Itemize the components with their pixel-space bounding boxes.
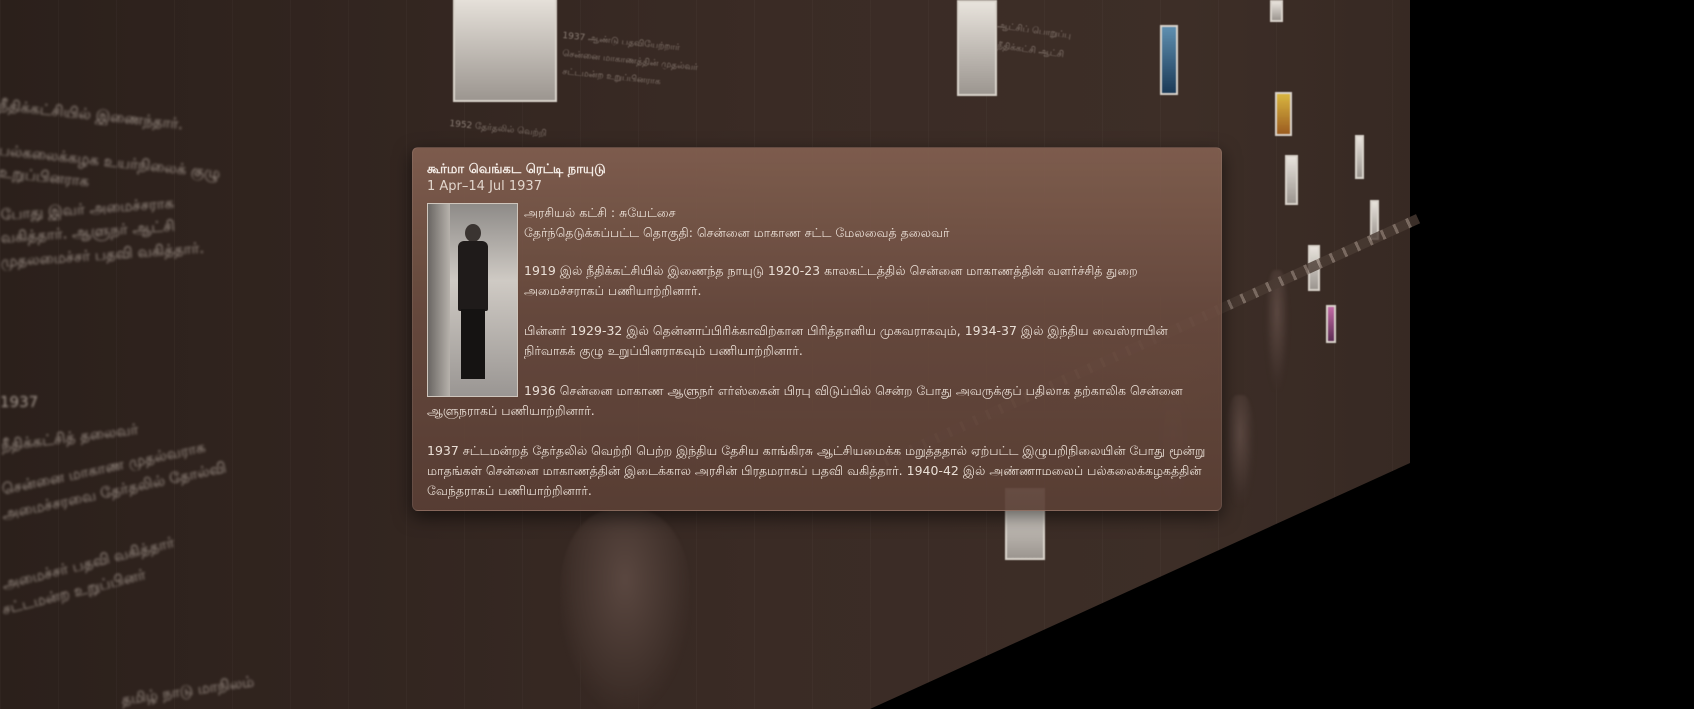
bg-text-line: நீதிக்கட்சி ஆட்சி bbox=[996, 40, 1065, 61]
photo-figure-body bbox=[458, 241, 488, 311]
bg-portrait-photo bbox=[1275, 92, 1292, 136]
emblem-icon bbox=[560, 510, 690, 709]
emblem-icon bbox=[1225, 395, 1255, 505]
bg-text-line: தமிழ் நாடு மாநிலம் bbox=[120, 672, 256, 709]
bg-text-line: நீதிக்கட்சித் தலைவர் bbox=[0, 420, 140, 455]
bg-portrait-photo bbox=[1355, 135, 1364, 179]
bg-portrait-photo bbox=[1326, 305, 1336, 343]
timeline-viewport: நீதிக்கட்சியில் இணைந்தார். பல்கலைக்கழக உ… bbox=[0, 0, 1694, 709]
bio-paragraph: 1936 சென்னை மாகாண ஆளுநர் எர்ஸ்கைன் பிரபு… bbox=[427, 383, 1183, 418]
bio-paragraph: 1937 சட்டமன்றத் தேர்தலில் வெற்றி பெற்ற இ… bbox=[427, 443, 1206, 498]
bg-portrait-photo bbox=[1270, 0, 1283, 22]
card-title: கூர்மா வெங்கட ரெட்டி நாயுடு bbox=[427, 162, 606, 177]
bg-text-line: 1952 தேர்தலில் வெற்றி bbox=[448, 118, 547, 140]
bg-text-line: சட்டமன்ற உறுப்பினராக bbox=[561, 66, 662, 88]
bio-paragraph: 1919 இல் நீதிக்கட்சியில் இணைந்த நாயுடு 1… bbox=[524, 263, 1138, 298]
bg-portrait-photo bbox=[1160, 25, 1178, 95]
portrait-photo bbox=[427, 203, 518, 397]
photo-figure-head bbox=[465, 224, 481, 242]
card-date-range: 1 Apr–14 Jul 1937 bbox=[427, 179, 542, 194]
constituency-label: தேர்ந்தெடுக்கப்பட்ட தொகுதி: சென்னை மாகாண… bbox=[524, 225, 950, 240]
bio-paragraph: பின்னர் 1929-32 இல் தென்னாப்பிரிக்காவிற்… bbox=[524, 323, 1168, 358]
photo-figure-legs bbox=[461, 309, 485, 379]
photo-drape bbox=[428, 204, 450, 396]
bg-text-line: ஆட்சிப் பொறுப்பு bbox=[996, 20, 1072, 42]
party-label: அரசியல் கட்சி : சுயேட்சை bbox=[524, 205, 676, 220]
bg-portrait-photo bbox=[453, 0, 557, 102]
bg-text-line: 1937 bbox=[0, 393, 39, 411]
bg-portrait-photo bbox=[1285, 155, 1298, 205]
event-popup-card[interactable]: கூர்மா வெங்கட ரெட்டி நாயுடு 1 Apr–14 Jul… bbox=[412, 147, 1222, 511]
bg-text-line: நீதிக்கட்சியில் இணைந்தார். bbox=[0, 95, 184, 134]
bg-portrait-photo bbox=[957, 0, 997, 96]
